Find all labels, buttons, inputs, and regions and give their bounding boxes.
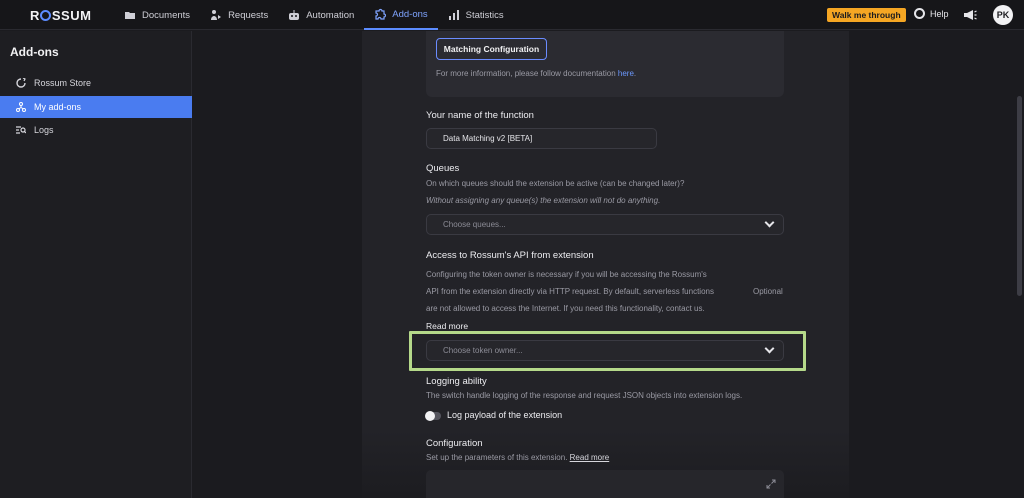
robot-icon bbox=[289, 10, 300, 20]
sidebar-item-label: My add-ons bbox=[34, 102, 82, 112]
help-icon bbox=[914, 8, 925, 19]
help-label: Help bbox=[930, 8, 949, 19]
folder-icon bbox=[125, 12, 135, 19]
logging-label: Logging ability bbox=[426, 376, 487, 387]
documentation-link[interactable]: here bbox=[618, 69, 634, 78]
bar-chart-icon bbox=[448, 10, 459, 20]
sidebar-item-my-add-ons[interactable]: My add-ons bbox=[0, 96, 192, 118]
chevron-down-icon bbox=[764, 217, 775, 228]
configuration-description: Set up the parameters of this extension.… bbox=[426, 453, 609, 462]
network-icon bbox=[16, 102, 26, 112]
queues-warning: Without assigning any queue(s) the exten… bbox=[426, 196, 661, 205]
megaphone-icon[interactable] bbox=[963, 9, 977, 21]
api-description-line-1: Configuring the token owner is necessary… bbox=[426, 270, 707, 279]
nav-documents-label: Documents bbox=[142, 9, 191, 21]
function-name-label: Your name of the function bbox=[426, 110, 534, 121]
toggle-knob bbox=[425, 411, 435, 421]
matching-configuration-button[interactable]: Matching Configuration bbox=[436, 38, 547, 60]
sidebar-item-label: Logs bbox=[34, 125, 54, 135]
help-button[interactable]: Help bbox=[914, 8, 949, 19]
nav-add-ons-label: Add-ons bbox=[392, 8, 428, 20]
api-description-line-3: are not allowed to access the Internet. … bbox=[426, 304, 705, 313]
sidebar-item-label: Rossum Store bbox=[34, 78, 92, 88]
nav-statistics-label: Statistics bbox=[465, 9, 504, 21]
rossum-logo[interactable]: R SSUM bbox=[30, 8, 91, 23]
configuration-editor[interactable] bbox=[426, 470, 784, 498]
requests-icon bbox=[211, 10, 222, 20]
optional-tag: Optional bbox=[753, 287, 783, 296]
nav-automation[interactable]: Automation bbox=[278, 0, 364, 30]
top-navigation-bar: R SSUM Documents Requests Automation Add-… bbox=[0, 0, 1024, 30]
puzzle-icon bbox=[375, 8, 387, 20]
scrollbar-thumb[interactable] bbox=[1017, 96, 1022, 296]
queues-description: On which queues should the extension be … bbox=[426, 179, 685, 188]
nav-documents[interactable]: Documents bbox=[114, 0, 200, 30]
read-more-link[interactable]: Read more bbox=[426, 321, 468, 331]
queues-placeholder: Choose queues... bbox=[443, 220, 506, 229]
nav-add-ons[interactable]: Add-ons bbox=[364, 0, 438, 30]
walk-me-through-button[interactable]: Walk me through bbox=[827, 8, 906, 22]
sidebar: Add-ons Rossum Store My add-ons Logs bbox=[0, 31, 192, 498]
sidebar-title: Add-ons bbox=[10, 45, 59, 59]
user-avatar[interactable]: PK bbox=[993, 5, 1013, 25]
configuration-label: Configuration bbox=[426, 438, 483, 449]
main-nav: Documents Requests Automation Add-ons St… bbox=[114, 0, 514, 30]
queues-select[interactable]: Choose queues... bbox=[426, 214, 784, 235]
log-payload-toggle[interactable] bbox=[425, 411, 441, 421]
sidebar-item-rossum-store[interactable]: Rossum Store bbox=[0, 72, 192, 94]
expand-icon[interactable] bbox=[766, 479, 776, 489]
info-end: . bbox=[633, 69, 637, 78]
api-description-line-2: API from the extension directly via HTTP… bbox=[426, 287, 714, 296]
extension-form-panel bbox=[362, 31, 849, 498]
config-desc-text: Set up the parameters of this extension. bbox=[426, 453, 570, 462]
sidebar-item-logs[interactable]: Logs bbox=[0, 119, 192, 141]
nav-statistics[interactable]: Statistics bbox=[438, 0, 514, 30]
config-read-more-link[interactable]: Read more bbox=[570, 453, 610, 462]
nav-requests-label: Requests bbox=[228, 9, 269, 21]
queues-label: Queues bbox=[426, 163, 460, 174]
api-access-label: Access to Rossum's API from extension bbox=[426, 250, 594, 261]
logging-description: The switch handle logging of the respons… bbox=[426, 391, 743, 400]
log-payload-label: Log payload of the extension bbox=[447, 410, 563, 420]
logs-icon bbox=[16, 126, 26, 134]
nav-requests[interactable]: Requests bbox=[200, 0, 278, 30]
store-icon bbox=[16, 78, 26, 88]
highlight-box bbox=[409, 331, 806, 371]
documentation-info: For more information, please follow docu… bbox=[436, 69, 636, 78]
info-text: For more information, please follow docu… bbox=[436, 69, 618, 78]
function-name-input[interactable]: Data Matching v2 [BETA] bbox=[426, 128, 657, 149]
nav-automation-label: Automation bbox=[306, 9, 355, 21]
